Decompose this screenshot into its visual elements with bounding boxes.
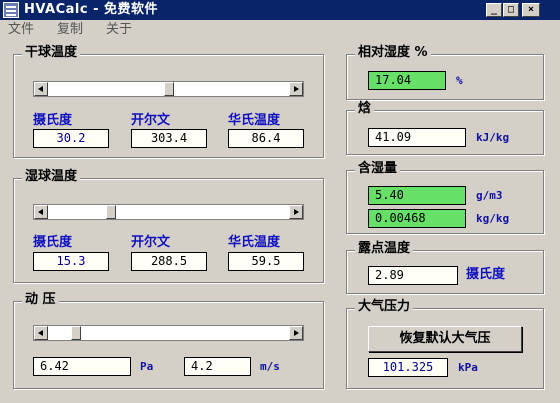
- wet-bulb-celsius-label: 摄氏度: [33, 235, 73, 250]
- velocity-unit: m/s: [260, 360, 280, 373]
- wet-bulb-celsius-field[interactable]: 15.3: [33, 252, 109, 271]
- enthalpy-field[interactable]: 41.09: [368, 128, 466, 147]
- wet-bulb-kelvin-field[interactable]: 288.5: [131, 252, 207, 271]
- dew-point-unit: 摄氏度: [466, 267, 506, 282]
- dry-bulb-slider-left-arrow[interactable]: [34, 82, 48, 96]
- wet-bulb-fahrenheit-field[interactable]: 59.5: [228, 252, 304, 271]
- enthalpy-unit: kJ/kg: [476, 131, 510, 144]
- dry-bulb-fahrenheit-field[interactable]: 86.4: [228, 129, 304, 148]
- dry-bulb-celsius-field[interactable]: 30.2: [33, 129, 109, 148]
- dynamic-pressure-slider-right-arrow[interactable]: [289, 326, 303, 340]
- atmospheric-title: 大气压力: [355, 299, 414, 315]
- dynamic-pressure-slider[interactable]: [33, 325, 304, 341]
- menu-file[interactable]: 文件: [8, 22, 34, 38]
- wet-bulb-slider-thumb[interactable]: [106, 205, 116, 219]
- title-bar[interactable]: HVACalc - 免费软件 _ □ ×: [0, 0, 560, 20]
- moisture-unit-2: kg/kg: [476, 212, 510, 225]
- moisture-title: 含湿量: [355, 161, 401, 177]
- close-button[interactable]: ×: [522, 3, 540, 17]
- menu-about[interactable]: 关于: [106, 22, 132, 38]
- dry-bulb-kelvin-label: 开尔文: [131, 113, 171, 128]
- wet-bulb-slider-right-arrow[interactable]: [289, 205, 303, 219]
- menu-copy[interactable]: 复制: [57, 22, 83, 38]
- reset-atmospheric-button[interactable]: 恢复默认大气压: [368, 326, 522, 352]
- dew-point-field[interactable]: 2.89: [368, 266, 458, 285]
- enthalpy-title: 焓: [355, 101, 375, 117]
- dry-bulb-slider-thumb[interactable]: [164, 82, 174, 96]
- dry-bulb-slider-right-arrow[interactable]: [289, 82, 303, 96]
- pressure-unit: Pa: [140, 360, 154, 373]
- dynamic-pressure-slider-left-arrow[interactable]: [34, 326, 48, 340]
- moisture-field-2[interactable]: 0.00468: [368, 209, 466, 228]
- pressure-field[interactable]: 6.42: [33, 357, 131, 376]
- dew-point-title: 露点温度: [355, 241, 414, 257]
- dry-bulb-kelvin-field[interactable]: 303.4: [131, 129, 207, 148]
- dry-bulb-celsius-label: 摄氏度: [33, 113, 73, 128]
- dry-bulb-slider[interactable]: [33, 81, 304, 97]
- atmospheric-field[interactable]: 101.325: [368, 358, 448, 377]
- relative-humidity-unit: %: [456, 74, 463, 87]
- window-title: HVACalc - 免费软件: [24, 2, 159, 17]
- dynamic-pressure-slider-thumb[interactable]: [71, 326, 81, 340]
- wet-bulb-slider-left-arrow[interactable]: [34, 205, 48, 219]
- relative-humidity-title: 相对湿度 %: [355, 45, 431, 61]
- wet-bulb-slider[interactable]: [33, 204, 304, 220]
- maximize-button[interactable]: □: [503, 3, 519, 17]
- dynamic-pressure-title: 动 压: [22, 292, 59, 308]
- app-icon[interactable]: [3, 2, 19, 18]
- moisture-field-1[interactable]: 5.40: [368, 186, 466, 205]
- wet-bulb-kelvin-label: 开尔文: [131, 235, 171, 250]
- relative-humidity-field[interactable]: 17.04: [368, 71, 446, 90]
- minimize-button[interactable]: _: [486, 3, 502, 17]
- velocity-field[interactable]: 4.2: [184, 357, 251, 376]
- dry-bulb-title: 干球温度: [22, 45, 81, 61]
- menu-bar: 文件 复制 关于: [0, 20, 560, 40]
- wet-bulb-title: 湿球温度: [22, 169, 81, 185]
- wet-bulb-fahrenheit-label: 华氏温度: [228, 235, 281, 250]
- atmospheric-unit: kPa: [458, 361, 478, 374]
- moisture-unit-1: g/m3: [476, 189, 503, 202]
- dry-bulb-fahrenheit-label: 华氏温度: [228, 113, 281, 128]
